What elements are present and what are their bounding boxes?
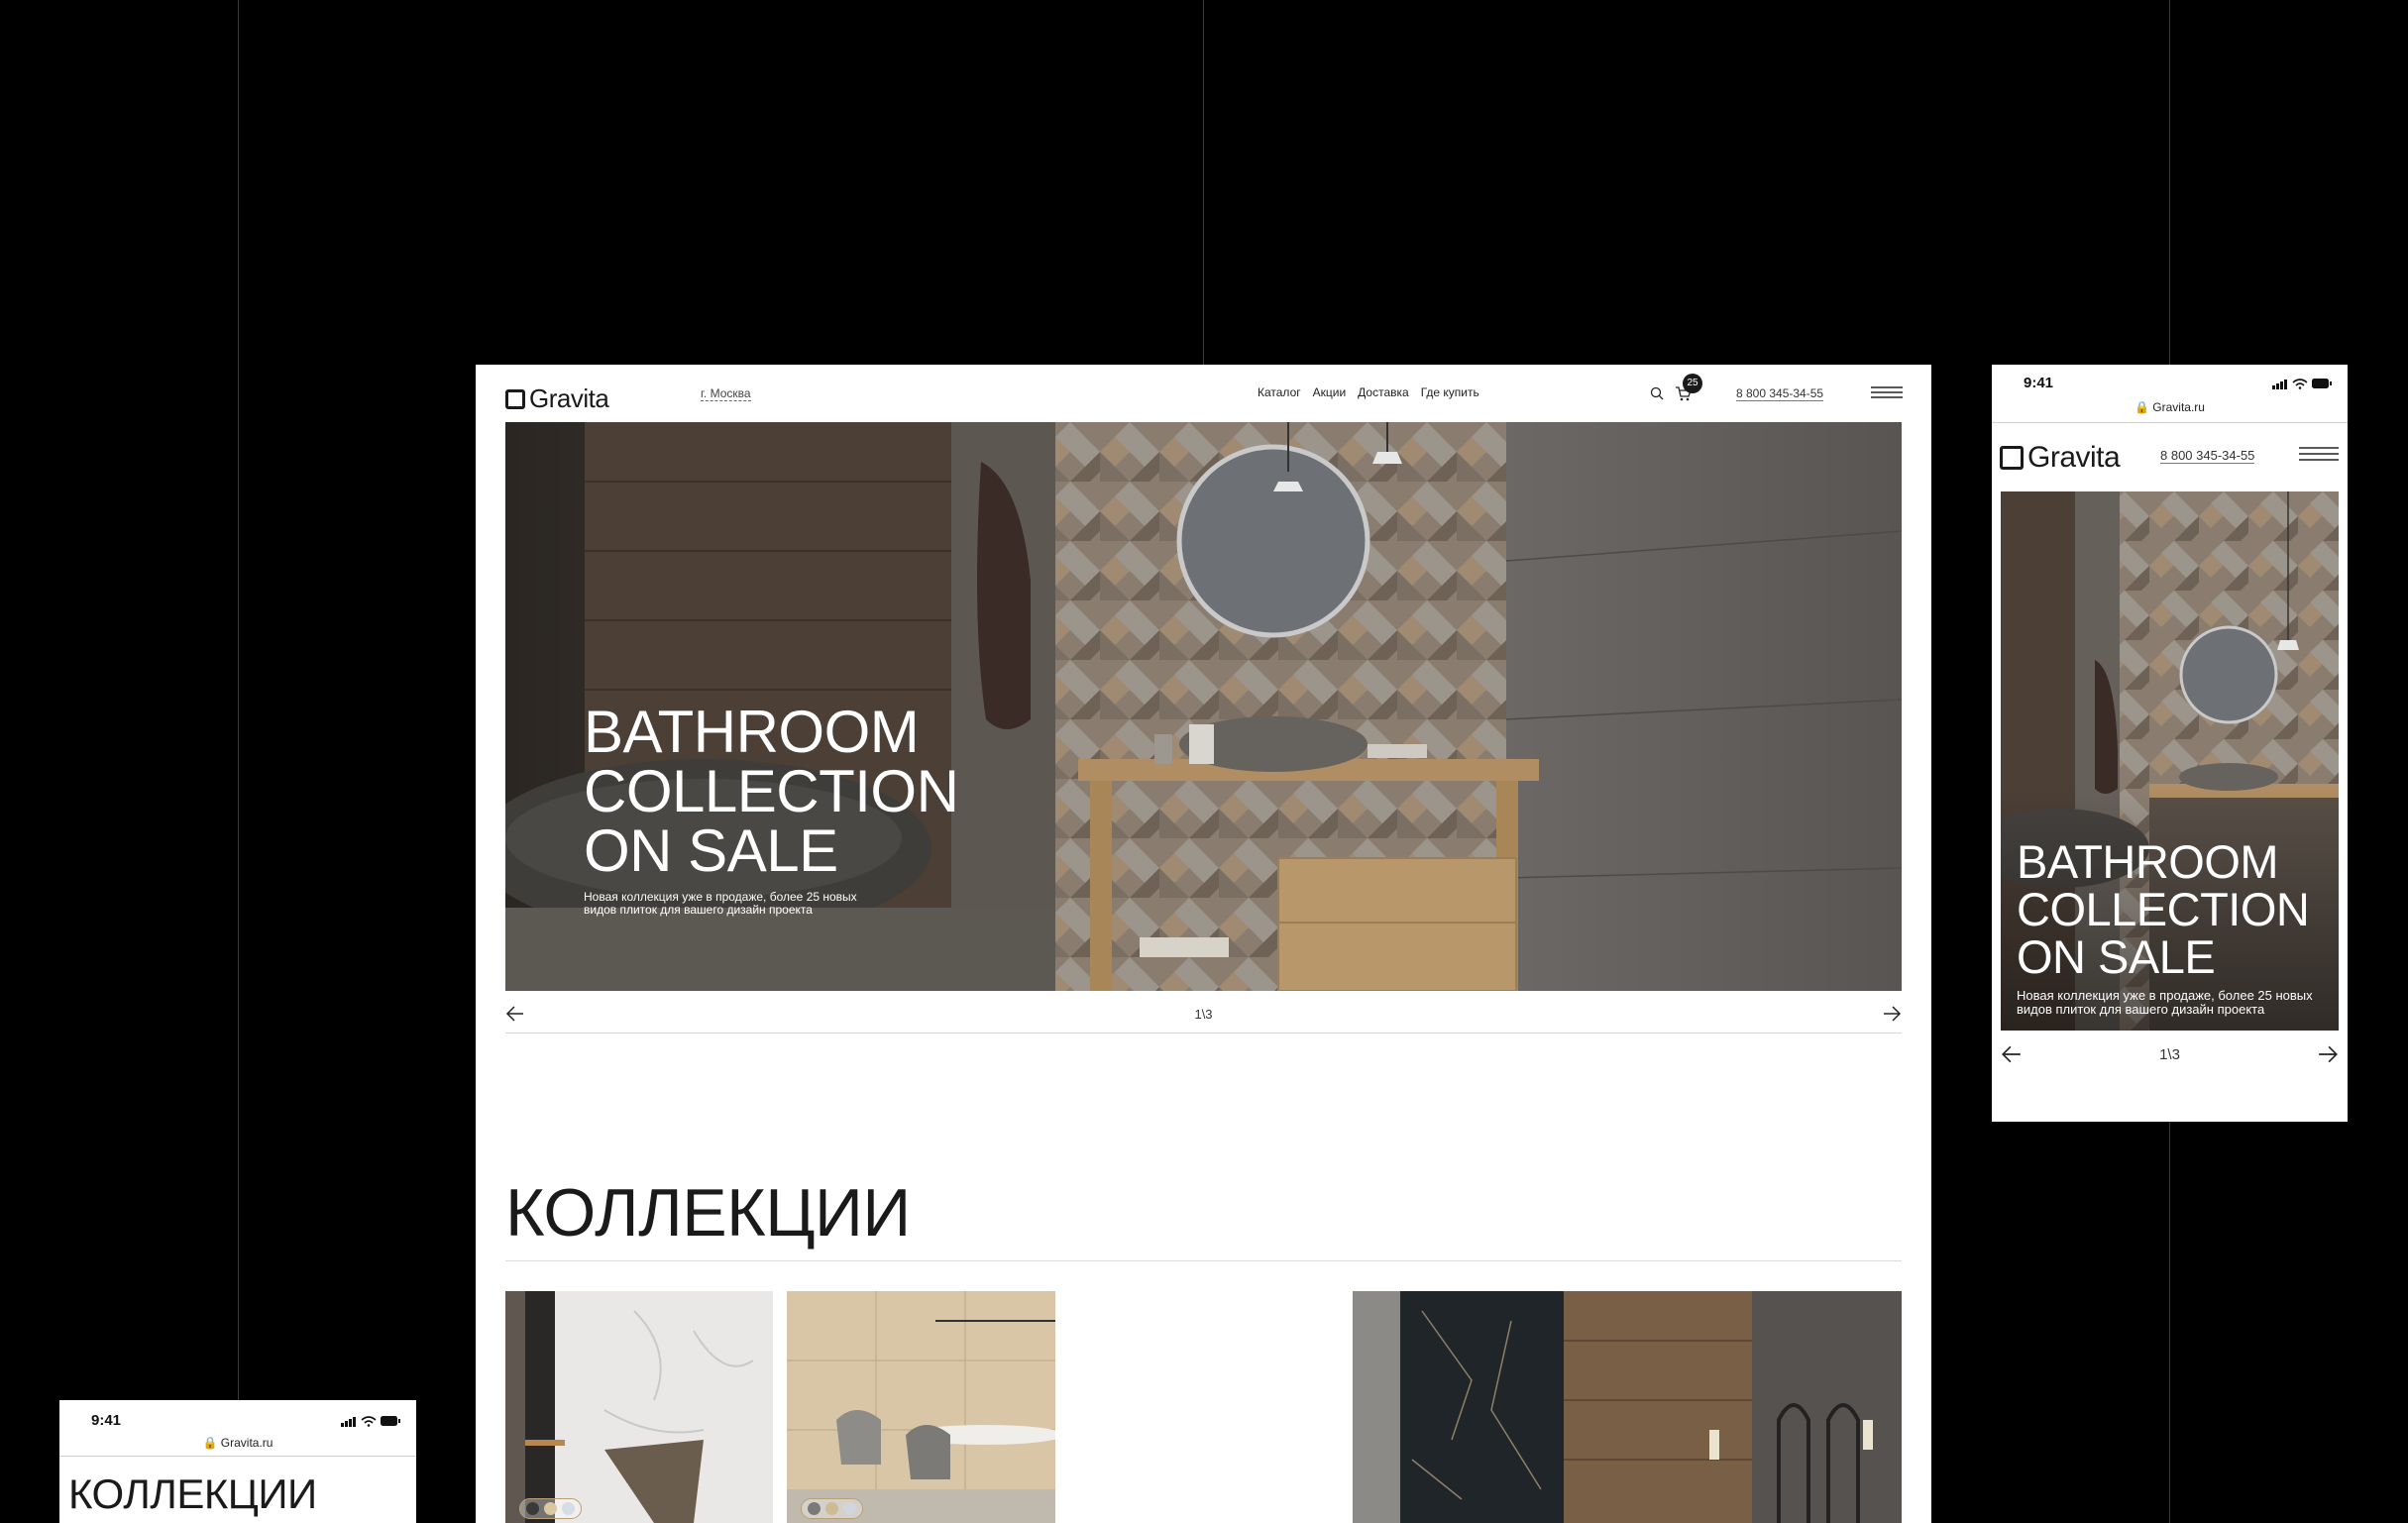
arrow-left-icon[interactable]	[2001, 1043, 2023, 1065]
hero-slide-image: BATHROOM COLLECTION ON SALE Новая коллек…	[2001, 491, 2339, 1031]
search-icon[interactable]	[1650, 386, 1664, 400]
hero-subtitle-line: видов плиток для вашего дизайн проекта	[584, 903, 813, 917]
status-time: 9:41	[91, 1412, 122, 1429]
hero-slider-controls: 1\3	[505, 999, 1902, 1033]
collection-card[interactable]	[1353, 1291, 1902, 1523]
cart-count-badge: 25	[1683, 374, 1702, 393]
mobile-collections-mockup: 9:41 🔒 Gravita.ru КОЛЛЕКЦИИ	[59, 1400, 416, 1523]
collection-photo	[505, 1291, 773, 1523]
nav-item-catalog[interactable]: Каталог	[1258, 385, 1301, 399]
phone-link[interactable]: 8 800 345-34-55	[2160, 448, 2255, 464]
divider	[59, 1456, 416, 1457]
slide-counter: 1\3	[1194, 1007, 1213, 1022]
mobile-mockup: 9:41 🔒 Gravita.ru Gravita 8 800 345-34-5…	[1992, 365, 2348, 1122]
status-bar: 9:41	[1992, 365, 2348, 392]
site-header: Gravita г. Москва Каталог Акции Доставка…	[476, 365, 1931, 422]
nav-item-delivery[interactable]: Доставка	[1358, 385, 1409, 399]
guide-line	[1203, 0, 1204, 365]
address-bar[interactable]: 🔒 Gravita.ru	[59, 1436, 416, 1450]
collections-heading: КОЛЛЕКЦИИ	[505, 1175, 911, 1251]
swatch[interactable]	[808, 1502, 821, 1515]
slide-counter: 1\3	[2159, 1046, 2180, 1063]
menu-icon[interactable]	[2299, 446, 2339, 462]
hero-title-line: COLLECTION	[584, 758, 959, 824]
logo-icon	[505, 388, 525, 409]
url-text: Gravita.ru	[220, 1436, 274, 1450]
divider	[505, 1260, 1902, 1261]
logo-icon	[2000, 446, 2024, 470]
signal-wifi-battery-icon	[341, 1416, 400, 1427]
lock-icon: 🔒	[202, 1436, 218, 1450]
hero-title-line: BATHROOM	[2017, 835, 2279, 888]
hero-title-line: ON SALE	[584, 817, 838, 884]
logo[interactable]: Gravita	[2000, 441, 2121, 475]
divider	[1992, 422, 2348, 423]
swatch[interactable]	[825, 1502, 838, 1515]
swatch[interactable]	[544, 1502, 557, 1515]
arrow-right-icon[interactable]	[1882, 1004, 1902, 1024]
nav-item-where-to-buy[interactable]: Где купить	[1421, 385, 1479, 399]
swatch[interactable]	[562, 1502, 575, 1515]
hero-slider-controls: 1\3	[2001, 1038, 2339, 1072]
hero-slide-image: BATHROOM COLLECTION ON SALE Новая коллек…	[505, 422, 1902, 991]
hero-title: BATHROOM COLLECTION ON SALE	[584, 703, 1000, 881]
swatch[interactable]	[843, 1502, 856, 1515]
logo-text: Gravita	[529, 383, 609, 413]
color-swatches	[519, 1498, 582, 1519]
collection-photo	[1353, 1291, 1902, 1523]
arrow-left-icon[interactable]	[505, 1004, 525, 1024]
hero-subtitle: Новая коллекция уже в продаже, более 25 …	[584, 891, 871, 917]
menu-icon[interactable]	[1871, 385, 1903, 399]
hero-subtitle-line: Новая коллекция уже в продаже, более 25 …	[2017, 988, 2313, 1003]
hero-title-line: BATHROOM	[584, 699, 920, 765]
lock-icon: 🔒	[2134, 400, 2149, 414]
hero-title-line: COLLECTION	[2017, 883, 2310, 935]
phone-link[interactable]: 8 800 345-34-55	[1736, 386, 1824, 401]
hero-subtitle: Новая коллекция уже в продаже, более 25 …	[2017, 989, 2334, 1017]
collection-photo	[787, 1291, 1055, 1523]
collection-card[interactable]	[505, 1291, 773, 1523]
arrow-right-icon[interactable]	[2317, 1043, 2339, 1065]
swatch[interactable]	[526, 1502, 539, 1515]
logo[interactable]: Gravita	[505, 383, 609, 414]
logo-text: Gravita	[2027, 441, 2121, 474]
city-selector[interactable]: г. Москва	[701, 386, 751, 401]
hero-title: BATHROOM COLLECTION ON SALE	[2017, 838, 2334, 981]
address-bar[interactable]: 🔒 Gravita.ru	[1992, 400, 2348, 414]
color-swatches	[801, 1498, 863, 1519]
url-text: Gravita.ru	[2152, 400, 2205, 414]
hero-subtitle-line: видов плиток для вашего дизайн проекта	[2017, 1002, 2265, 1017]
collections-heading: КОЛЛЕКЦИИ	[68, 1470, 317, 1517]
collection-card[interactable]	[787, 1291, 1055, 1523]
desktop-mockup: Gravita г. Москва Каталог Акции Доставка…	[476, 365, 1931, 1523]
hero-title-line: ON SALE	[2017, 930, 2216, 983]
main-nav: Каталог Акции Доставка Где купить	[1258, 385, 1479, 399]
nav-item-promotions[interactable]: Акции	[1313, 385, 1347, 399]
status-time: 9:41	[2024, 375, 2054, 391]
guide-line	[238, 0, 239, 1402]
signal-wifi-battery-icon	[2272, 379, 2332, 389]
